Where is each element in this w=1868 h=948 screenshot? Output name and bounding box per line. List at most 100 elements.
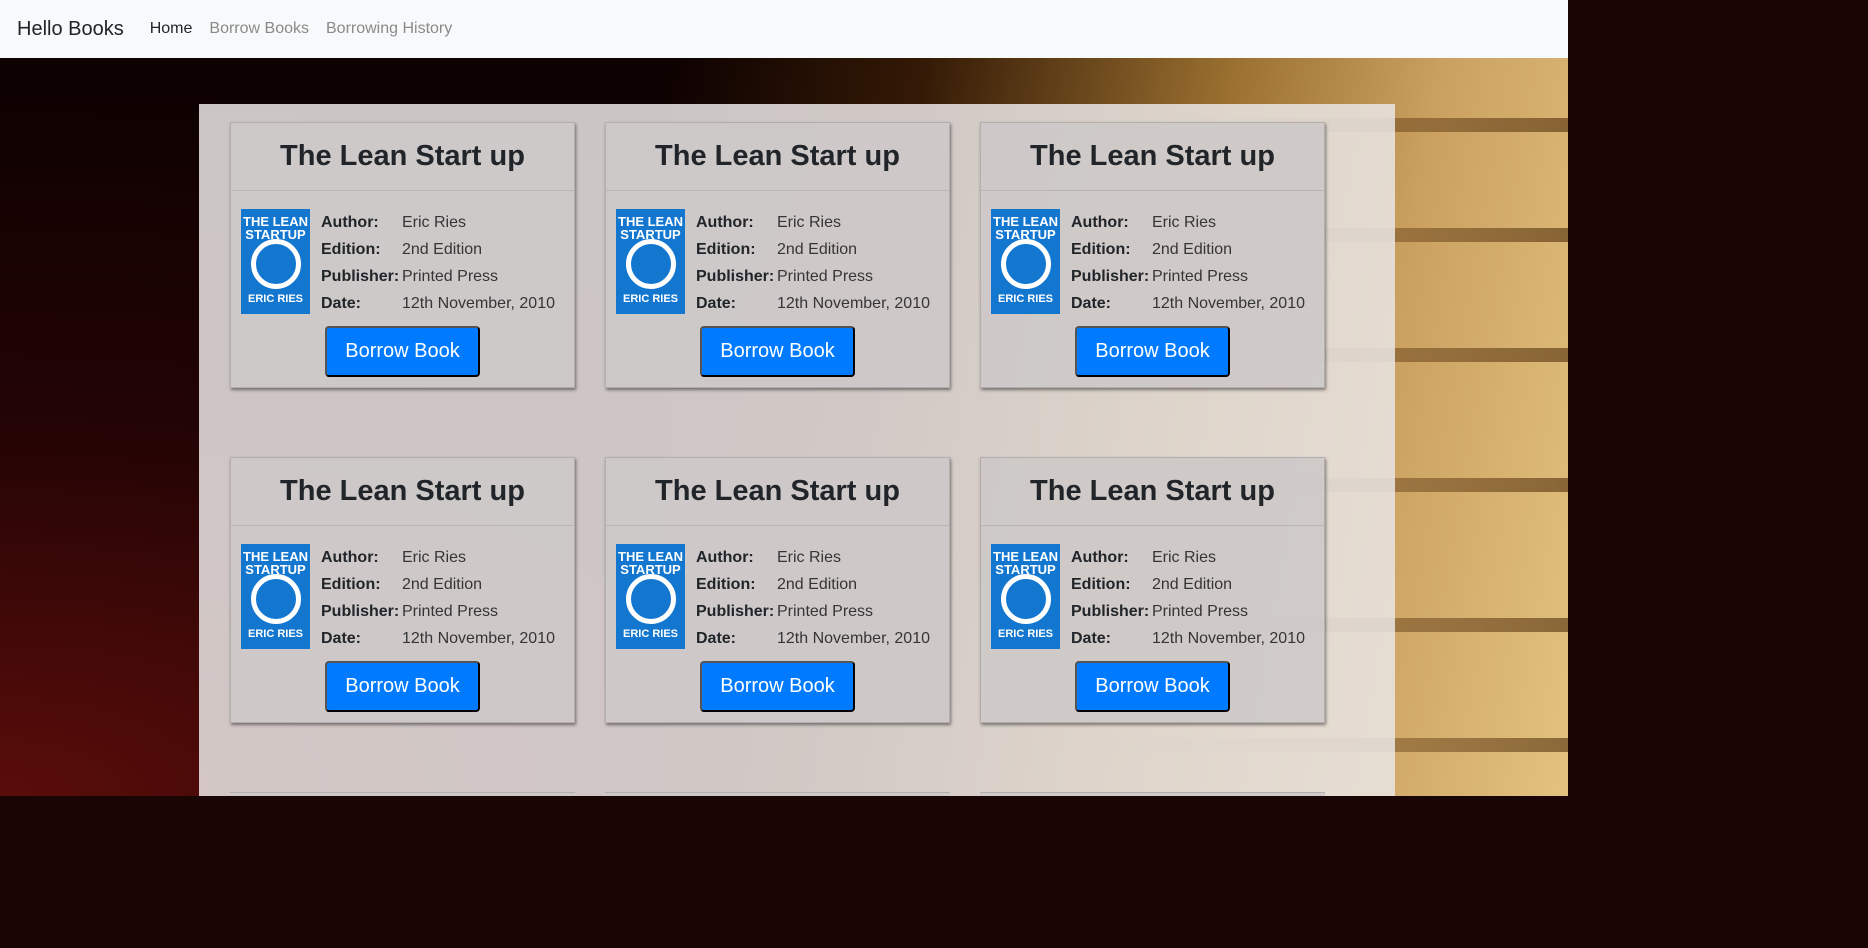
borrow-book-button[interactable]: Borrow Book: [325, 326, 480, 377]
publisher-value: Printed Press: [1152, 267, 1249, 285]
edition-value: 2nd Edition: [1152, 575, 1233, 593]
publisher-value: Printed Press: [1152, 602, 1249, 620]
edition-row: Edition: 2nd Edition: [696, 571, 930, 598]
publisher-row: Publisher: Printed Press: [321, 263, 555, 290]
publisher-label: Publisher:: [1071, 267, 1150, 285]
date-row: Date: 12th November, 2010: [696, 625, 930, 652]
book-title: The Lean Start up: [280, 140, 525, 172]
edition-label: Edition:: [321, 575, 381, 593]
card-body: THE LEAN STARTUP ERIC RIES Author: Eric …: [231, 526, 574, 722]
book-cover-image: THE LEAN STARTUP ERIC RIES: [616, 209, 685, 314]
publisher-label: Publisher:: [1071, 602, 1150, 620]
book-card: The Lean Start up THE LEAN STARTUP ERIC …: [605, 122, 950, 388]
cover-circle: [1001, 239, 1051, 289]
card-body: THE LEAN STARTUP ERIC RIES Author: Eric …: [606, 191, 949, 387]
book-title: The Lean Start up: [280, 475, 525, 507]
publisher-label: Publisher:: [321, 602, 400, 620]
date-value: 12th November, 2010: [777, 294, 930, 312]
book-details: Author: Eric Ries Edition: 2nd Edition P…: [696, 544, 930, 652]
publisher-label: Publisher:: [696, 267, 775, 285]
publisher-value: Printed Press: [402, 267, 499, 285]
author-label: Author:: [321, 548, 379, 566]
card-body: THE LEAN STARTUP ERIC RIES Author: Eric …: [981, 526, 1324, 722]
date-row: Date: 12th November, 2010: [321, 625, 555, 652]
book-card-partial: [980, 792, 1325, 796]
author-row: Author: Eric Ries: [1071, 544, 1305, 571]
date-label: Date:: [321, 294, 362, 312]
publisher-value: Printed Press: [777, 267, 874, 285]
date-row: Date: 12th November, 2010: [321, 290, 555, 317]
book-card: The Lean Start up THE LEAN STARTUP ERIC …: [230, 457, 575, 723]
date-label: Date:: [1071, 294, 1112, 312]
book-title: The Lean Start up: [655, 475, 900, 507]
cover-circle: [251, 574, 301, 624]
cover-author: ERIC RIES: [997, 628, 1053, 640]
book-card: The Lean Start up THE LEAN STARTUP ERIC …: [605, 457, 950, 723]
author-row: Author: Eric Ries: [696, 209, 930, 236]
book-title: The Lean Start up: [655, 140, 900, 172]
book-cover-image: THE LEAN STARTUP ERIC RIES: [241, 209, 310, 314]
author-value: Eric Ries: [1152, 213, 1217, 231]
card-header: The Lean Start up: [981, 123, 1324, 191]
date-row: Date: 12th November, 2010: [696, 290, 930, 317]
publisher-label: Publisher:: [696, 602, 775, 620]
cover-title: THE LEAN STARTUP: [618, 214, 683, 242]
book-title: The Lean Start up: [1030, 475, 1275, 507]
author-value: Eric Ries: [402, 213, 467, 231]
cover-title: THE LEAN STARTUP: [243, 549, 308, 577]
date-value: 12th November, 2010: [402, 294, 555, 312]
edition-value: 2nd Edition: [1152, 240, 1233, 258]
borrow-book-button[interactable]: Borrow Book: [325, 661, 480, 712]
book-card-partial: [605, 792, 950, 796]
cover-author: ERIC RIES: [247, 293, 303, 305]
card-body: THE LEAN STARTUP ERIC RIES Author: Eric …: [606, 526, 949, 722]
borrow-book-button[interactable]: Borrow Book: [700, 661, 855, 712]
book-details: Author: Eric Ries Edition: 2nd Edition P…: [1071, 209, 1305, 317]
edition-value: 2nd Edition: [402, 575, 483, 593]
author-row: Author: Eric Ries: [321, 209, 555, 236]
publisher-label: Publisher:: [321, 267, 400, 285]
date-label: Date:: [696, 294, 737, 312]
card-header: The Lean Start up: [981, 458, 1324, 526]
cover-circle: [1001, 574, 1051, 624]
nav-borrowing-history[interactable]: Borrowing History: [326, 20, 452, 38]
cover-title: THE LEAN STARTUP: [618, 549, 683, 577]
card-header: The Lean Start up: [606, 123, 949, 191]
edition-label: Edition:: [321, 240, 381, 258]
publisher-row: Publisher: Printed Press: [1071, 598, 1305, 625]
card-header: The Lean Start up: [606, 458, 949, 526]
edition-row: Edition: 2nd Edition: [321, 571, 555, 598]
cover-circle: [626, 239, 676, 289]
borrow-book-button[interactable]: Borrow Book: [1075, 326, 1230, 377]
book-title: The Lean Start up: [1030, 140, 1275, 172]
book-card: The Lean Start up THE LEAN STARTUP ERIC …: [980, 122, 1325, 388]
edition-label: Edition:: [1071, 575, 1131, 593]
author-value: Eric Ries: [777, 213, 842, 231]
edition-row: Edition: 2nd Edition: [696, 236, 930, 263]
publisher-value: Printed Press: [777, 602, 874, 620]
book-card: The Lean Start up THE LEAN STARTUP ERIC …: [980, 457, 1325, 723]
card-header: The Lean Start up: [231, 123, 574, 191]
nav-borrow-books[interactable]: Borrow Books: [209, 20, 309, 38]
edition-label: Edition:: [696, 575, 756, 593]
cover-author: ERIC RIES: [622, 293, 678, 305]
date-row: Date: 12th November, 2010: [1071, 625, 1305, 652]
cover-title: THE LEAN STARTUP: [243, 214, 308, 242]
borrow-book-button[interactable]: Borrow Book: [1075, 661, 1230, 712]
author-row: Author: Eric Ries: [1071, 209, 1305, 236]
book-cover-image: THE LEAN STARTUP ERIC RIES: [991, 544, 1060, 649]
nav-home[interactable]: Home: [150, 20, 193, 38]
cover-author: ERIC RIES: [997, 293, 1053, 305]
publisher-row: Publisher: Printed Press: [321, 598, 555, 625]
date-value: 12th November, 2010: [1152, 294, 1305, 312]
edition-value: 2nd Edition: [777, 240, 858, 258]
edition-value: 2nd Edition: [777, 575, 858, 593]
publisher-row: Publisher: Printed Press: [696, 263, 930, 290]
book-details: Author: Eric Ries Edition: 2nd Edition P…: [321, 544, 555, 652]
cover-author: ERIC RIES: [622, 628, 678, 640]
date-value: 12th November, 2010: [402, 629, 555, 647]
brand-link[interactable]: Hello Books: [17, 18, 124, 41]
author-label: Author:: [1071, 213, 1129, 231]
author-label: Author:: [696, 548, 754, 566]
borrow-book-button[interactable]: Borrow Book: [700, 326, 855, 377]
